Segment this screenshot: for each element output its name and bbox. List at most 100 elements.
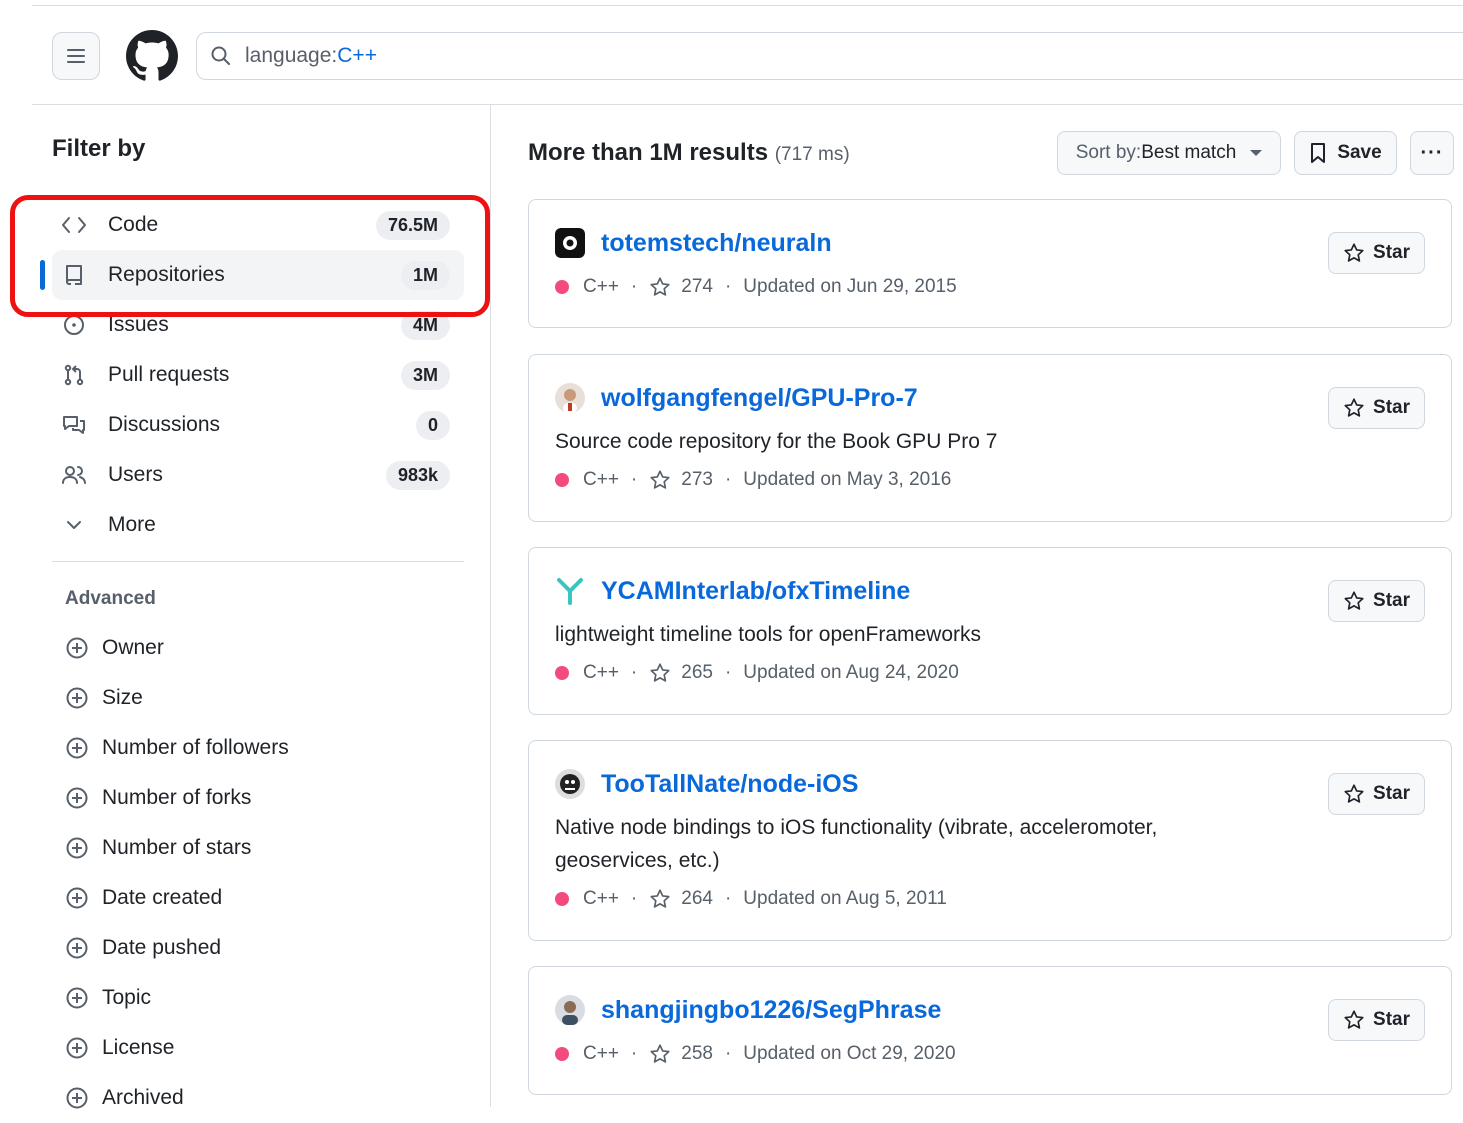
star-outline-icon xyxy=(1344,243,1364,262)
advanced-filter-label: Number of followers xyxy=(102,736,289,759)
menu-button[interactable] xyxy=(52,32,100,80)
repo-description: Native node bindings to iOS functionalit… xyxy=(555,816,1158,872)
plus-circle-icon xyxy=(52,986,102,1010)
repo-meta: C++ · 264 · Updated on Aug 5, 2011 xyxy=(555,888,947,910)
github-logo-icon[interactable] xyxy=(126,30,178,82)
plus-circle-icon xyxy=(52,786,102,810)
repo-link[interactable]: YCAMInterlab/ofxTimeline xyxy=(601,577,910,606)
star-count[interactable]: 258 xyxy=(681,1043,713,1065)
repo-meta: C++ · 273 · Updated on May 3, 2016 xyxy=(555,469,951,491)
selected-indicator xyxy=(40,260,45,290)
star-outline-icon xyxy=(1344,591,1364,610)
advanced-filter-date-created[interactable]: Date created xyxy=(52,873,464,923)
star-count[interactable]: 265 xyxy=(681,662,713,684)
search-query: language:C++ xyxy=(245,44,377,67)
advanced-filter-forks[interactable]: Number of forks xyxy=(52,773,464,823)
advanced-filter-label: Owner xyxy=(102,636,164,659)
filter-item-label: More xyxy=(108,513,156,536)
more-options-button[interactable]: ··· xyxy=(1410,131,1454,175)
save-label: Save xyxy=(1337,142,1382,163)
star-outline-icon xyxy=(1344,1010,1364,1029)
plus-circle-icon xyxy=(52,836,102,860)
advanced-filter-label: Size xyxy=(102,686,143,709)
plus-circle-icon xyxy=(52,736,102,760)
sort-value: Best match xyxy=(1141,142,1237,163)
filter-title: Filter by xyxy=(52,135,146,162)
advanced-filter-stars[interactable]: Number of stars xyxy=(52,823,464,873)
sort-dropdown[interactable]: Sort by: Best match xyxy=(1057,131,1281,175)
repo-result-card: TooTallNate/node-iOS Native node binding… xyxy=(528,740,1452,941)
advanced-filter-size[interactable]: Size xyxy=(52,673,464,723)
star-button[interactable]: Star xyxy=(1328,999,1425,1041)
repo-icon xyxy=(52,263,96,287)
star-count[interactable]: 273 xyxy=(681,469,713,491)
advanced-filter-archived[interactable]: Archived xyxy=(52,1073,464,1123)
header: language:C++ xyxy=(32,6,1463,105)
repo-link[interactable]: shangjingbo1226/SegPhrase xyxy=(601,996,941,1025)
chevron-down-icon xyxy=(52,515,96,535)
star-outline-icon xyxy=(650,277,670,296)
filter-item-discussions[interactable]: Discussions 0 xyxy=(52,400,464,450)
plus-circle-icon xyxy=(52,636,102,660)
language-label: C++ xyxy=(583,276,619,297)
avatar xyxy=(555,576,585,606)
advanced-filter-date-pushed[interactable]: Date pushed xyxy=(52,923,464,973)
avatar xyxy=(555,769,585,799)
plus-circle-icon xyxy=(52,1086,102,1110)
updated-date: Updated on May 3, 2016 xyxy=(743,469,952,490)
advanced-filter-followers[interactable]: Number of followers xyxy=(52,723,464,773)
language-label: C++ xyxy=(583,1043,619,1064)
star-button[interactable]: Star xyxy=(1328,232,1425,274)
save-button[interactable]: Save xyxy=(1294,131,1397,175)
updated-date: Updated on Aug 5, 2011 xyxy=(743,888,947,909)
star-button[interactable]: Star xyxy=(1328,773,1425,815)
star-button[interactable]: Star xyxy=(1328,387,1425,429)
advanced-filter-owner[interactable]: Owner xyxy=(52,623,464,673)
advanced-filter-label: Number of stars xyxy=(102,836,252,859)
repo-link[interactable]: wolfgangfengel/GPU-Pro-7 xyxy=(601,384,918,413)
filter-item-users[interactable]: Users 983k xyxy=(52,450,464,500)
filter-item-issues[interactable]: Issues 4M xyxy=(52,300,464,350)
filter-item-more[interactable]: More xyxy=(52,500,464,550)
pull-request-icon xyxy=(52,363,96,387)
filter-item-label: Code xyxy=(108,213,159,236)
advanced-filter-list: Owner Size Number of followers Number of… xyxy=(52,623,464,1123)
advanced-filter-label: Number of forks xyxy=(102,786,252,809)
filter-item-repositories[interactable]: Repositories 1M xyxy=(40,250,464,300)
filter-item-label: Users xyxy=(108,463,163,486)
repo-meta: C++ · 258 · Updated on Oct 29, 2020 xyxy=(555,1043,956,1065)
advanced-filter-label: License xyxy=(102,1036,175,1059)
filter-sidebar: Filter by Code 76.5M Repositories 1M Iss… xyxy=(0,105,491,1109)
advanced-filter-label: Date created xyxy=(102,886,223,909)
language-color-dot xyxy=(555,892,569,906)
repo-result-card: totemstech/neuraln C++ · 274 · Updated o… xyxy=(528,199,1452,328)
plus-circle-icon xyxy=(52,886,102,910)
advanced-filter-label: Archived xyxy=(102,1086,184,1109)
results-title: More than 1M results (717 ms) xyxy=(528,139,850,166)
filter-nav: Code 76.5M Repositories 1M Issues 4M Pul… xyxy=(40,200,464,550)
filter-item-pull-requests[interactable]: Pull requests 3M xyxy=(52,350,464,400)
star-count[interactable]: 264 xyxy=(681,888,713,910)
language-label: C++ xyxy=(583,662,619,683)
repo-meta: C++ · 274 · Updated on Jun 29, 2015 xyxy=(555,276,957,298)
count-badge: 3M xyxy=(400,360,450,390)
language-color-dot xyxy=(555,1047,569,1061)
repo-description: Source code repository for the Book GPU … xyxy=(555,430,998,453)
repo-link[interactable]: TooTallNate/node-iOS xyxy=(601,770,858,799)
filter-item-code[interactable]: Code 76.5M xyxy=(52,200,464,250)
language-label: C++ xyxy=(583,888,619,909)
advanced-filter-topic[interactable]: Topic xyxy=(52,973,464,1023)
advanced-filter-license[interactable]: License xyxy=(52,1023,464,1073)
discussion-icon xyxy=(52,413,96,437)
repo-link[interactable]: totemstech/neuraln xyxy=(601,229,832,258)
star-button[interactable]: Star xyxy=(1328,580,1425,622)
filter-item-label: Repositories xyxy=(108,263,225,286)
repo-meta: C++ · 265 · Updated on Aug 24, 2020 xyxy=(555,662,959,684)
star-count[interactable]: 274 xyxy=(681,276,713,298)
star-outline-icon xyxy=(650,663,670,682)
plus-circle-icon xyxy=(52,1036,102,1060)
count-badge: 4M xyxy=(400,310,450,340)
search-input[interactable]: language:C++ xyxy=(196,32,1463,80)
avatar xyxy=(555,995,585,1025)
language-color-dot xyxy=(555,473,569,487)
